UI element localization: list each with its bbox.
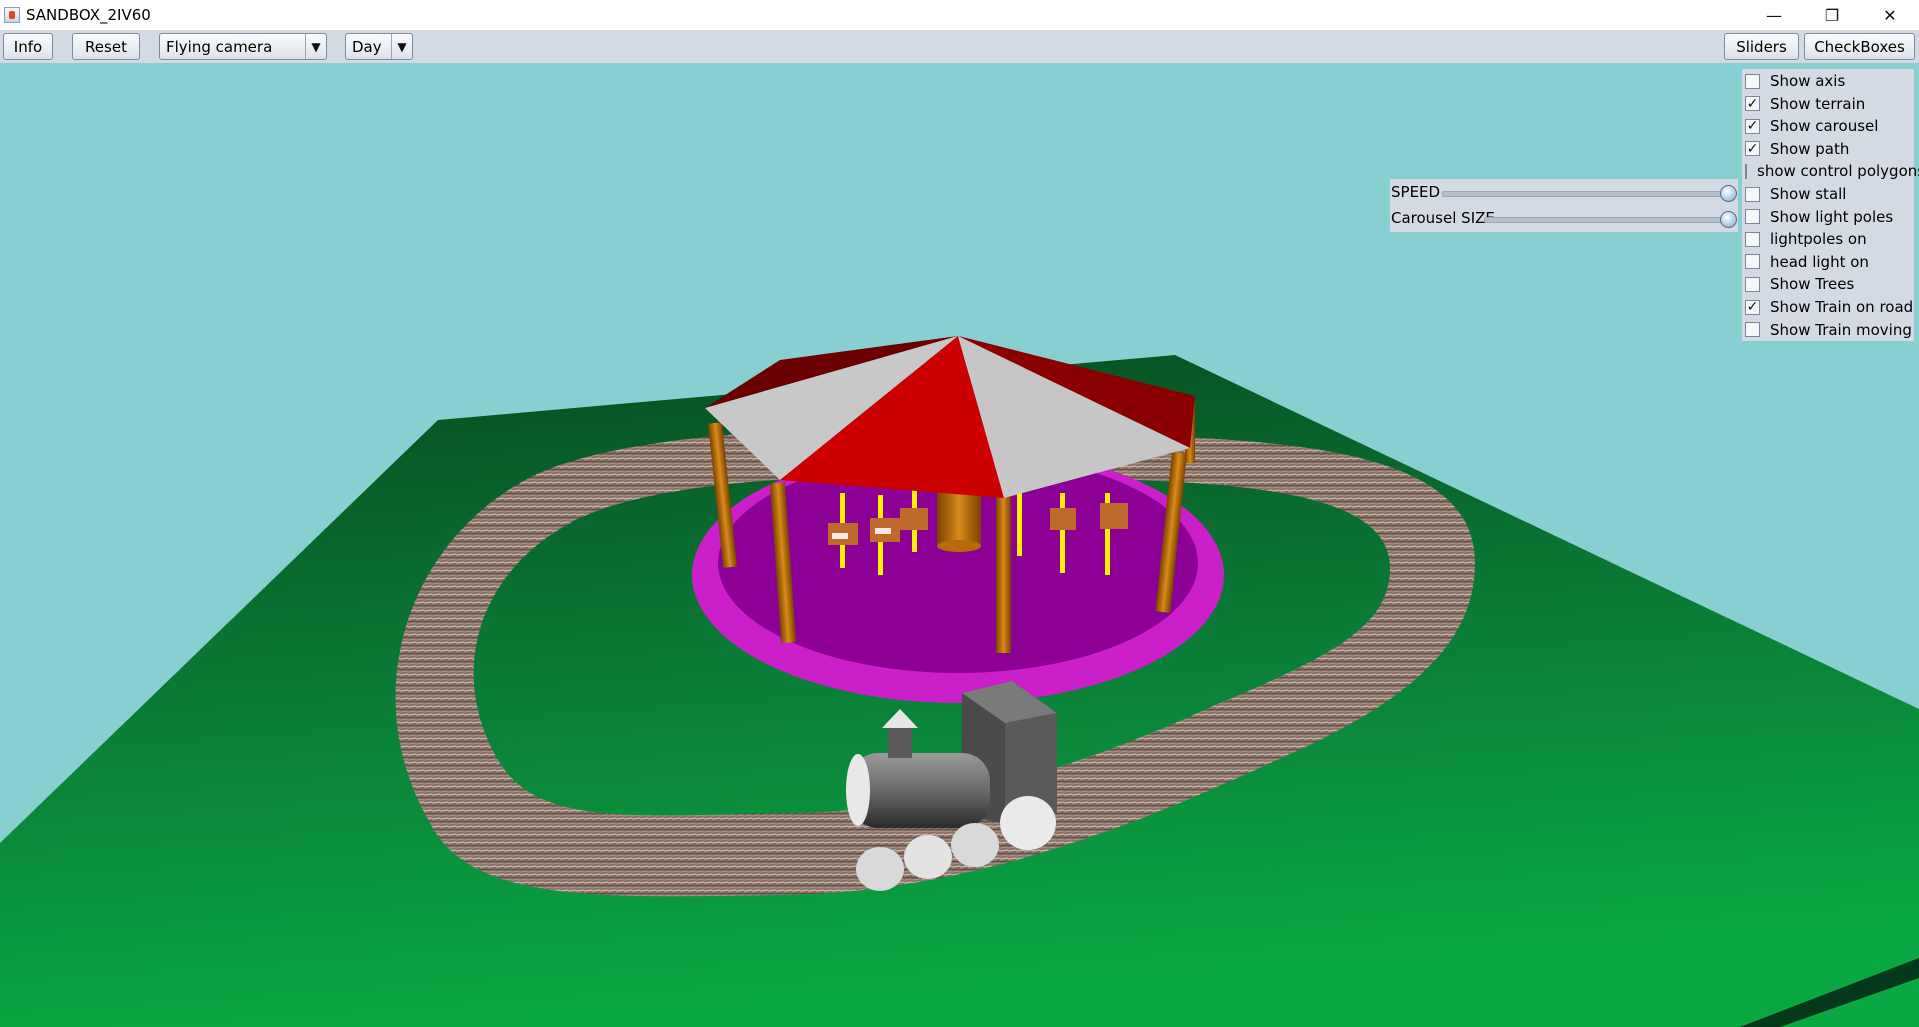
java-app-icon <box>4 7 20 23</box>
info-button[interactable]: Info <box>3 33 53 60</box>
checkbox-unchecked[interactable] <box>1745 186 1760 202</box>
checkbox-row[interactable]: Show Train moving <box>1742 319 1914 341</box>
camera-mode-select[interactable]: Flying camera ▼ <box>159 33 327 60</box>
slider-label: SPEED <box>1391 183 1441 201</box>
sliders-button[interactable]: Sliders <box>1724 33 1799 60</box>
checkbox-unchecked[interactable] <box>1745 163 1747 179</box>
checkbox-label: lightpoles on <box>1770 230 1867 249</box>
checkbox-label: Show terrain <box>1770 94 1866 113</box>
check-icon: ✓ <box>1746 299 1759 315</box>
speed-slider-track[interactable] <box>1442 191 1728 197</box>
checkbox-unchecked[interactable] <box>1745 254 1760 270</box>
checkbox-label: Show path <box>1770 139 1850 158</box>
checkbox-row[interactable]: ✓ Show path <box>1742 138 1914 160</box>
checkbox-checked[interactable]: ✓ <box>1745 118 1760 135</box>
checkbox-unchecked[interactable] <box>1745 209 1760 225</box>
application-window: SANDBOX_2IV60 — ❐ ✕ Info Reset Flying ca… <box>0 0 1919 1027</box>
checkbox-row[interactable]: head light on <box>1742 251 1914 273</box>
time-of-day-select[interactable]: Day ▼ <box>345 33 413 60</box>
check-icon: ✓ <box>1746 95 1759 112</box>
checkbox-label: Show Trees <box>1770 275 1855 294</box>
checkbox-row[interactable]: show control polygons <box>1742 160 1919 182</box>
camera-mode-value: Flying camera <box>166 38 273 56</box>
checkboxes-button[interactable]: CheckBoxes <box>1804 33 1915 60</box>
carousel-center-column <box>937 491 981 546</box>
checkbox-label: show control polygons <box>1757 162 1919 181</box>
speed-slider-handle[interactable] <box>1720 185 1737 202</box>
check-icon: ✓ <box>1746 118 1759 135</box>
check-icon: ✓ <box>1746 140 1759 157</box>
checkbox-row[interactable]: Show stall <box>1742 183 1914 205</box>
checkbox-label: Show axis <box>1770 72 1846 90</box>
checkbox-row[interactable]: Show light poles <box>1742 206 1914 228</box>
checkbox-row[interactable]: Show axis <box>1742 70 1914 92</box>
checkbox-unchecked[interactable] <box>1745 276 1760 292</box>
carousel-size-slider-track[interactable] <box>1484 217 1728 223</box>
checkbox-unchecked[interactable] <box>1745 73 1760 89</box>
checkbox-row[interactable]: Show Trees <box>1742 273 1914 295</box>
time-of-day-value: Day <box>352 38 382 56</box>
close-button[interactable]: ✕ <box>1861 0 1919 30</box>
checkbox-checked[interactable]: ✓ <box>1745 299 1760 315</box>
checkbox-row[interactable]: lightpoles on <box>1742 228 1914 250</box>
sliders-panel: SPEED Carousel SIZE <box>1390 179 1738 232</box>
reset-button[interactable]: Reset <box>72 33 140 60</box>
checkbox-label: Show Train on road <box>1770 298 1914 316</box>
toolbar: Info Reset Flying camera ▼ Day ▼ Sliders… <box>0 30 1919 63</box>
carousel-size-slider-handle[interactable] <box>1720 211 1737 228</box>
checkbox-label: Show carousel <box>1770 117 1879 136</box>
chevron-down-icon: ▼ <box>305 34 326 59</box>
title-bar: SANDBOX_2IV60 — ❐ ✕ <box>0 0 1919 30</box>
chevron-down-icon: ▼ <box>391 34 412 59</box>
checkbox-label: head light on <box>1770 252 1869 271</box>
checkbox-label: Show stall <box>1770 185 1847 203</box>
checkbox-unchecked[interactable] <box>1745 322 1760 338</box>
checkbox-unchecked[interactable] <box>1745 231 1760 247</box>
checkbox-checked[interactable]: ✓ <box>1745 140 1760 157</box>
checkbox-row[interactable]: ✓ Show terrain <box>1742 93 1914 115</box>
minimize-button[interactable]: — <box>1745 0 1803 30</box>
maximize-button[interactable]: ❐ <box>1803 0 1861 30</box>
checkbox-checked[interactable]: ✓ <box>1745 95 1760 112</box>
window-controls: — ❐ ✕ <box>1745 0 1919 30</box>
checkbox-label: Show Train moving <box>1770 320 1912 339</box>
window-title: SANDBOX_2IV60 <box>26 6 151 24</box>
checkboxes-panel: Show axis ✓ Show terrain ✓ Show carousel ✓ Sho… <box>1742 69 1919 341</box>
speed-slider-row: SPEED <box>1390 180 1738 206</box>
checkbox-row[interactable]: ✓ Show Train on road <box>1742 296 1914 318</box>
checkbox-label: Show light poles <box>1770 207 1894 226</box>
slider-label: Carousel SIZE <box>1391 209 1495 227</box>
checkbox-row[interactable]: ✓ Show carousel <box>1742 115 1914 137</box>
carousel-size-slider-row: Carousel SIZE <box>1390 206 1738 232</box>
